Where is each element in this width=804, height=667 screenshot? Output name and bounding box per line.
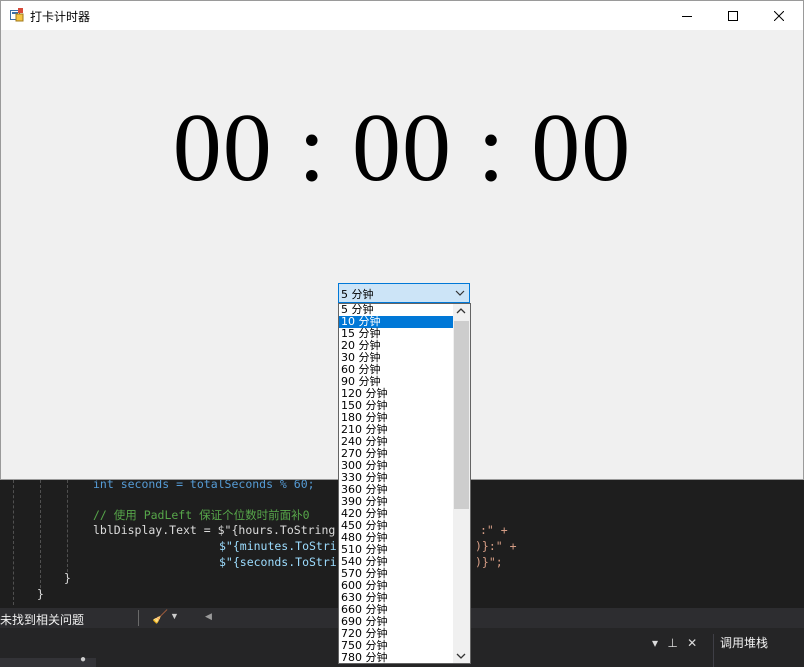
code-line: )}"; xyxy=(475,555,503,569)
indent-guide xyxy=(13,480,14,605)
duration-dropdown-list[interactable]: 5 分钟 10 分钟 15 分钟 20 分钟 30 分钟 60 分钟 90 分钟 120 分钟… xyxy=(338,303,471,664)
maximize-icon xyxy=(728,10,738,21)
scroll-left-icon[interactable]: ◀ xyxy=(205,611,212,622)
title-bar[interactable]: 打卡计时器 xyxy=(1,1,803,30)
duration-select[interactable]: 5 分钟 xyxy=(338,283,470,303)
dropdown-scrollbar[interactable] xyxy=(453,304,470,663)
duration-select-value: 5 分钟 xyxy=(341,288,374,301)
panel-controls: ▾ ⊥ ✕ xyxy=(652,636,703,650)
search-strip[interactable]: ● xyxy=(0,654,96,667)
app-icon xyxy=(10,8,24,22)
code-brace: } xyxy=(37,587,44,601)
panel-title[interactable]: 调用堆栈 xyxy=(713,634,804,667)
code-brace: } xyxy=(64,571,71,585)
timer-display: 00 : 00 : 00 xyxy=(172,94,632,202)
code-line: $"{minutes.ToStri xyxy=(219,539,337,553)
close-icon xyxy=(774,10,784,21)
indent-guide xyxy=(67,480,68,572)
pin-icon[interactable]: ⊥ xyxy=(667,636,677,650)
duration-option[interactable]: 780 分钟 xyxy=(339,652,454,664)
window-title: 打卡计时器 xyxy=(30,10,91,24)
brush-icon[interactable]: 🧹 xyxy=(152,609,168,625)
maximize-button[interactable] xyxy=(710,1,756,30)
indent-guide xyxy=(40,480,41,588)
scroll-up-icon[interactable] xyxy=(456,307,466,315)
code-line: lblDisplay.Text = $"{hours.ToString xyxy=(93,523,336,537)
code-line: :" + xyxy=(480,523,508,537)
search-icon[interactable]: ● xyxy=(80,654,86,665)
close-icon[interactable]: ✕ xyxy=(687,636,697,650)
close-button[interactable] xyxy=(756,1,802,30)
minimize-button[interactable] xyxy=(664,1,710,30)
duration-options: 5 分钟 10 分钟 15 分钟 20 分钟 30 分钟 60 分钟 90 分钟 120 分钟… xyxy=(339,304,454,664)
scrollbar-thumb[interactable] xyxy=(454,321,469,509)
dropdown-arrow-icon[interactable]: ▾ xyxy=(652,636,658,650)
code-line: )}:" + xyxy=(475,539,517,553)
code-comment: // 使用 PadLeft 保证个位数时前面补0 xyxy=(93,508,310,522)
scroll-down-icon[interactable] xyxy=(456,652,466,660)
chevron-down-icon xyxy=(455,290,465,296)
chevron-down-icon[interactable]: ▼ xyxy=(170,611,179,621)
code-line: $"{seconds.ToStri xyxy=(219,555,337,569)
status-message: 未找到相关问题 xyxy=(0,613,85,627)
divider xyxy=(138,610,139,626)
minimize-icon xyxy=(682,15,692,17)
